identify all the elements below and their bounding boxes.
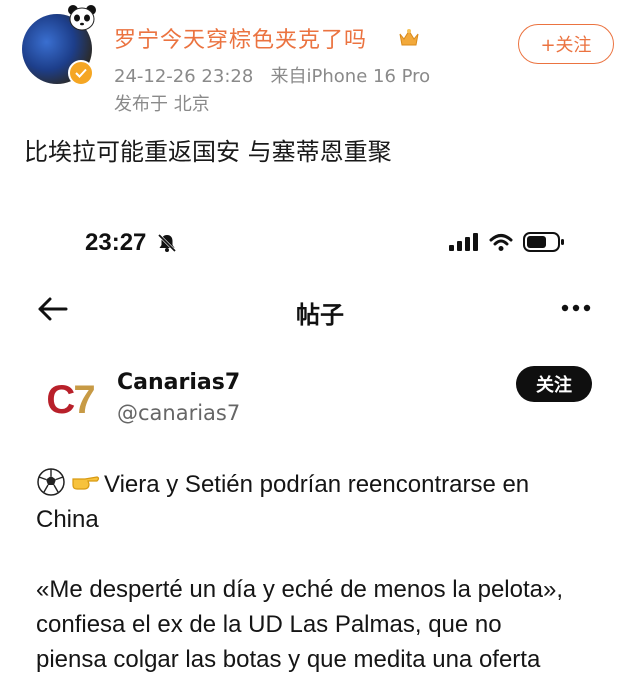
verified-icon: [68, 60, 94, 86]
post-location: 发布于 北京: [114, 94, 210, 115]
page-title: 帖子: [296, 301, 344, 329]
wifi-icon: [489, 234, 513, 251]
tweet-line: piensa colgar las botas y que medita una…: [36, 646, 541, 673]
avatar[interactable]: [22, 5, 96, 86]
account-name[interactable]: Canarias7: [117, 370, 240, 395]
battery-icon: [523, 232, 564, 252]
status-time: 23:27: [85, 229, 147, 256]
post-timestamp: 24-12-26 23:28: [114, 66, 254, 87]
signal-icon: [449, 233, 478, 251]
tweet-line: «Me desperté un día y eché de menos la p…: [36, 576, 564, 603]
pointing-hand-icon: [72, 476, 100, 490]
follow-account-button[interactable]: 关注: [516, 366, 592, 402]
crown-icon: [399, 29, 419, 46]
soccer-ball-icon: [37, 468, 65, 496]
tweet-line: confiesa el ex de la UD Las Palmas, que …: [36, 611, 502, 638]
post-source: 来自iPhone 16 Pro: [270, 66, 431, 87]
tweet-line: China: [36, 506, 99, 533]
post-text: 比埃拉可能重返国安 与塞蒂恩重聚: [24, 138, 392, 166]
bell-slash-icon: [157, 233, 177, 253]
embedded-screenshot: 23:27 帖子 C7 Canarias7 @canarias7 关注 Vier…: [0, 205, 640, 685]
account-handle[interactable]: @canarias7: [117, 401, 240, 425]
logo-letter: C: [46, 377, 75, 422]
post-meta: 24-12-26 23:28 来自iPhone 16 Pro: [114, 62, 430, 88]
panda-icon: [68, 5, 96, 31]
username[interactable]: 罗宁今天穿棕色夹克了吗: [114, 22, 367, 54]
tweet-body: Viera y Setién podrían reencontrarse en …: [36, 467, 616, 677]
logo-number: 7: [73, 377, 96, 422]
tweet-line: Viera y Setién podrían reencontrarse en: [36, 467, 616, 502]
account-logo[interactable]: C7: [36, 365, 106, 435]
more-icon[interactable]: [560, 302, 592, 314]
weibo-header: 罗宁今天穿棕色夹克了吗 24-12-26 23:28 来自iPhone 16 P…: [0, 0, 640, 166]
follow-button[interactable]: +关注: [518, 24, 614, 64]
